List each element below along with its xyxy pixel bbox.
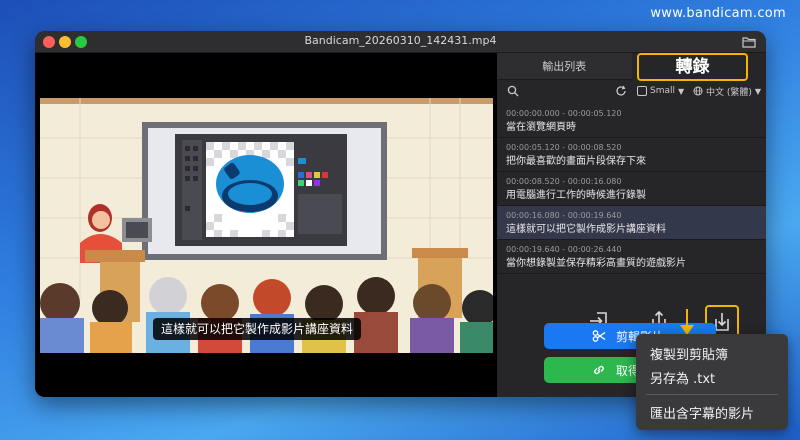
scissors-icon <box>592 330 606 342</box>
window-title: Bandicam_20260310_142431.mp4 <box>304 34 497 47</box>
video-frame <box>40 98 493 353</box>
subtitle-item[interactable]: 00:00:00.000 - 00:00:05.120 當在瀏覽網頁時 <box>497 104 766 138</box>
subtitle-item[interactable]: 00:00:19.640 - 00:00:26.440 當你想錄製並保存精彩高畫… <box>497 240 766 274</box>
menu-item-save-as-txt[interactable]: 另存為 .txt <box>650 368 715 387</box>
font-size-icon <box>637 86 647 96</box>
tab-output-list[interactable]: 輸出列表 <box>497 53 632 80</box>
subtitle-timestamp: 00:00:05.120 - 00:00:08.520 <box>506 143 622 152</box>
globe-icon <box>693 86 703 96</box>
title-bar: Bandicam_20260310_142431.mp4 <box>35 31 766 53</box>
transcript-toolbar: Small ▼ 中文 (繁體) ▼ <box>497 82 766 102</box>
subtitle-text: 當你想錄製並保存精彩高畫質的遊戲影片 <box>506 258 686 269</box>
menu-item-export-with-subtitles[interactable]: 匯出含字幕的影片 <box>650 403 754 422</box>
chevron-down-icon: ▼ <box>678 86 685 96</box>
export-context-menu: 複製到剪貼簿 另存為 .txt 匯出含字幕的影片 <box>636 334 788 430</box>
menu-item-copy-to-clipboard[interactable]: 複製到剪貼簿 <box>650 344 728 363</box>
lecture-scene-illustration <box>40 98 493 353</box>
subtitle-text: 這樣就可以把它製作成影片講座資料 <box>506 224 666 235</box>
video-subtitle: 這樣就可以把它製作成影片講座資料 <box>153 318 362 340</box>
watermark: www.bandicam.com <box>650 6 786 21</box>
subtitle-timestamp: 00:00:00.000 - 00:00:05.120 <box>506 109 622 118</box>
link-icon <box>594 365 604 375</box>
subtitle-text: 當在瀏覽網頁時 <box>506 122 576 133</box>
subtitle-item-active[interactable]: 00:00:16.080 - 00:00:19.640 這樣就可以把它製作成影片… <box>497 206 766 240</box>
menu-divider <box>646 394 778 395</box>
subtitle-list: 00:00:00.000 - 00:00:05.120 當在瀏覽網頁時 00:0… <box>497 104 766 274</box>
font-size-value: Small <box>650 86 675 96</box>
language-select[interactable]: 中文 (繁體) ▼ <box>693 84 761 98</box>
subtitle-text: 把你最喜歡的畫面片段保存下來 <box>506 156 646 167</box>
chevron-down-icon: ▼ <box>754 86 762 96</box>
subtitle-timestamp: 00:00:08.520 - 00:00:16.080 <box>506 177 622 186</box>
refresh-icon[interactable] <box>615 85 627 97</box>
subtitle-timestamp: 00:00:19.640 - 00:00:26.440 <box>506 245 622 254</box>
subtitle-timestamp: 00:00:16.080 - 00:00:19.640 <box>506 211 622 220</box>
folder-icon[interactable] <box>742 35 756 49</box>
language-value: 中文 (繁體) <box>706 87 752 98</box>
tab-transcript[interactable]: 轉錄 <box>637 53 748 81</box>
subtitle-item[interactable]: 00:00:08.520 - 00:00:16.080 用電腦進行工作的時候進行… <box>497 172 766 206</box>
subtitle-item[interactable]: 00:00:05.120 - 00:00:08.520 把你最喜歡的畫面片段保存… <box>497 138 766 172</box>
video-player[interactable]: 這樣就可以把它製作成影片講座資料 <box>35 53 497 397</box>
subtitle-text: 用電腦進行工作的時候進行錄製 <box>506 190 646 201</box>
search-icon[interactable] <box>507 85 519 97</box>
font-size-select[interactable]: Small ▼ <box>637 84 684 98</box>
